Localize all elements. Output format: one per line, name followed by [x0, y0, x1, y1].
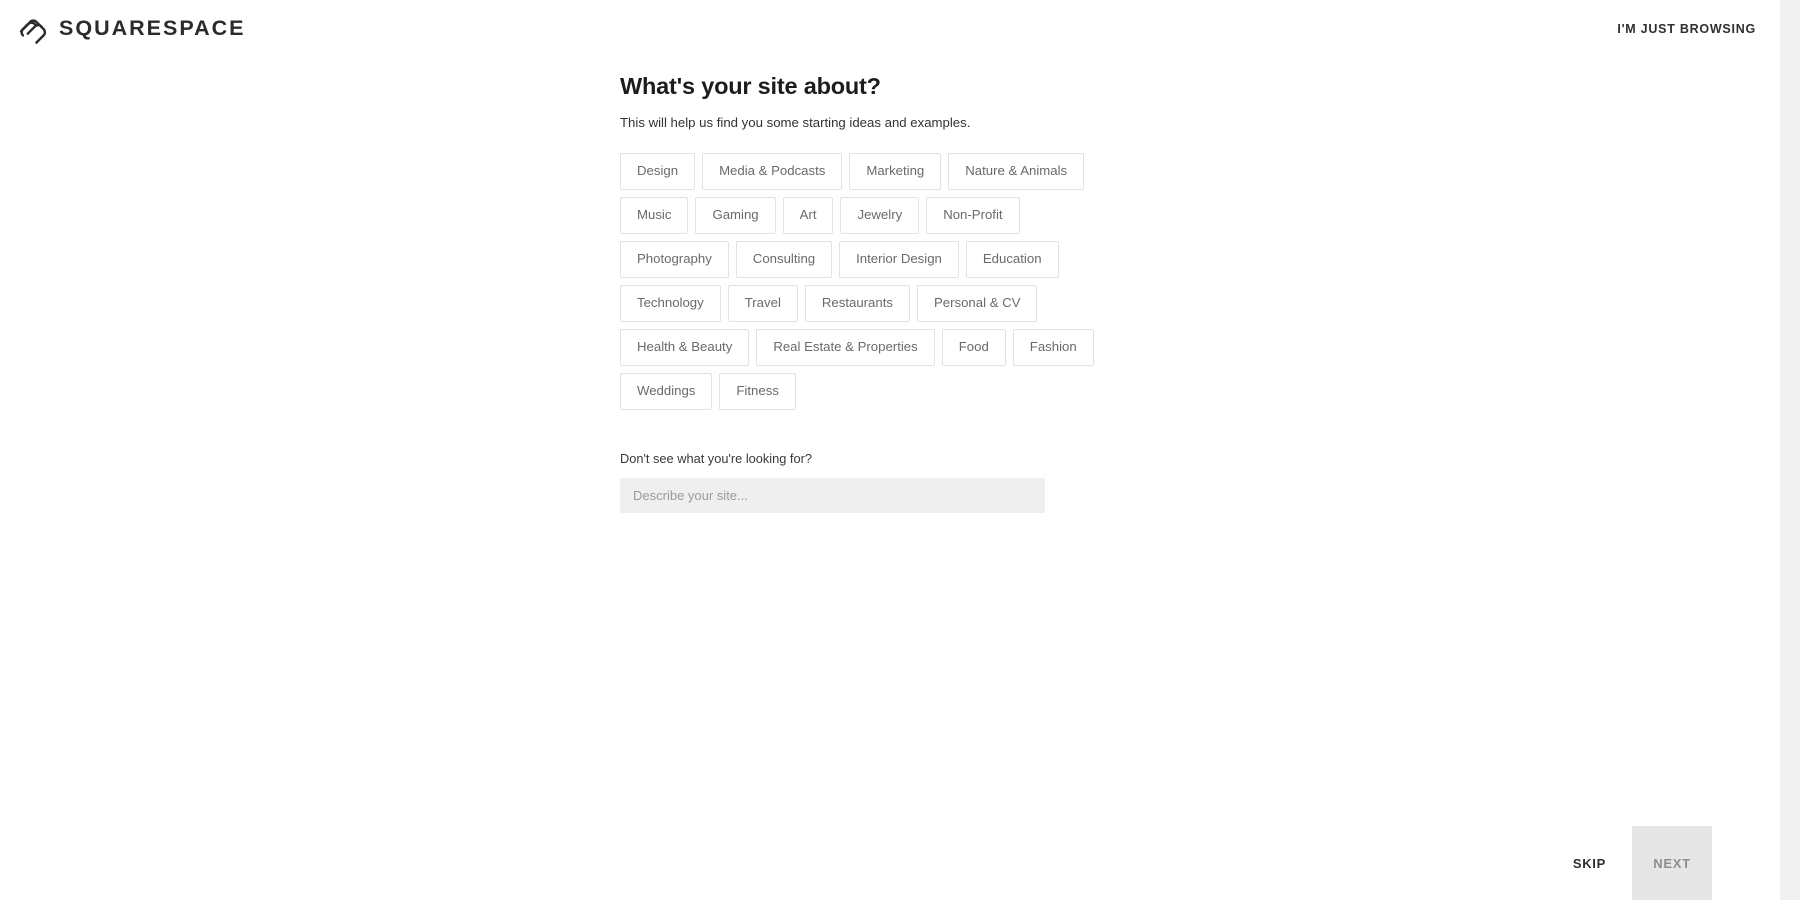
just-browsing-link[interactable]: I'M JUST BROWSING — [1615, 16, 1758, 42]
category-chip[interactable]: Non-Profit — [926, 196, 1020, 234]
category-chip[interactable]: Media & Podcasts — [702, 152, 843, 190]
category-chip[interactable]: Personal & CV — [916, 284, 1038, 322]
next-button[interactable]: NEXT — [1632, 826, 1712, 900]
category-chip[interactable]: Consulting — [735, 240, 833, 278]
page-scrollbar[interactable] — [1780, 0, 1800, 900]
category-chip[interactable]: Fashion — [1012, 328, 1094, 366]
brand-logo[interactable]: SQUARESPACE — [16, 12, 245, 46]
onboarding-page: SQUARESPACE I'M JUST BROWSING What's you… — [0, 0, 1800, 900]
category-chip[interactable]: Real Estate & Properties — [756, 328, 935, 366]
brand-wordmark: SQUARESPACE — [59, 16, 246, 41]
category-chip-row: Music Gaming Art Jewelry Non-Profit — [620, 196, 1260, 234]
category-chip-row: Weddings Fitness — [620, 372, 1260, 410]
category-chip[interactable]: Education — [965, 240, 1059, 278]
describe-site-label: Don't see what you're looking for? — [620, 450, 812, 466]
category-chip-row: Design Media & Podcasts Marketing Nature & … — [620, 152, 1260, 190]
category-chip-row: Technology Travel Restaurants Personal & CV — [620, 284, 1260, 322]
category-chip[interactable]: Health & Beauty — [620, 328, 750, 366]
category-chip[interactable]: Weddings — [620, 372, 713, 410]
describe-site-input[interactable] — [620, 478, 1045, 514]
squarespace-logo-icon — [19, 19, 47, 44]
footer-actions: SKIP NEXT — [0, 826, 1780, 900]
skip-button[interactable]: SKIP — [1547, 826, 1632, 900]
category-chip-row: Photography Consulting Interior Design Educ… — [620, 240, 1260, 278]
category-chip[interactable]: Restaurants — [804, 284, 910, 322]
app-header: SQUARESPACE I'M JUST BROWSING — [0, 0, 1780, 58]
describe-site-block: Don't see what you're looking for? — [620, 451, 1260, 514]
page-title: What's your site about? — [620, 73, 881, 99]
category-chip-group: Design Media & Podcasts Marketing Nature & … — [620, 152, 1260, 410]
category-chip[interactable]: Art — [782, 196, 834, 234]
category-chip[interactable]: Jewelry — [840, 196, 920, 234]
category-chip[interactable]: Photography — [620, 240, 729, 278]
category-chip[interactable]: Gaming — [695, 196, 776, 234]
category-chip[interactable]: Marketing — [849, 152, 942, 190]
category-chip[interactable]: Fitness — [719, 372, 796, 410]
category-chip[interactable]: Technology — [620, 284, 721, 322]
category-chip[interactable]: Nature & Animals — [948, 152, 1085, 190]
main-content: What's your site about? This will help u… — [620, 72, 1260, 514]
category-chip[interactable]: Travel — [727, 284, 798, 322]
category-chip[interactable]: Interior Design — [839, 240, 959, 278]
page-subtitle: This will help us find you some starting… — [620, 115, 971, 131]
category-chip[interactable]: Music — [620, 196, 689, 234]
category-chip-row: Health & Beauty Real Estate & Properties F… — [620, 328, 1260, 366]
category-chip[interactable]: Food — [941, 328, 1006, 366]
category-chip[interactable]: Design — [620, 152, 696, 190]
